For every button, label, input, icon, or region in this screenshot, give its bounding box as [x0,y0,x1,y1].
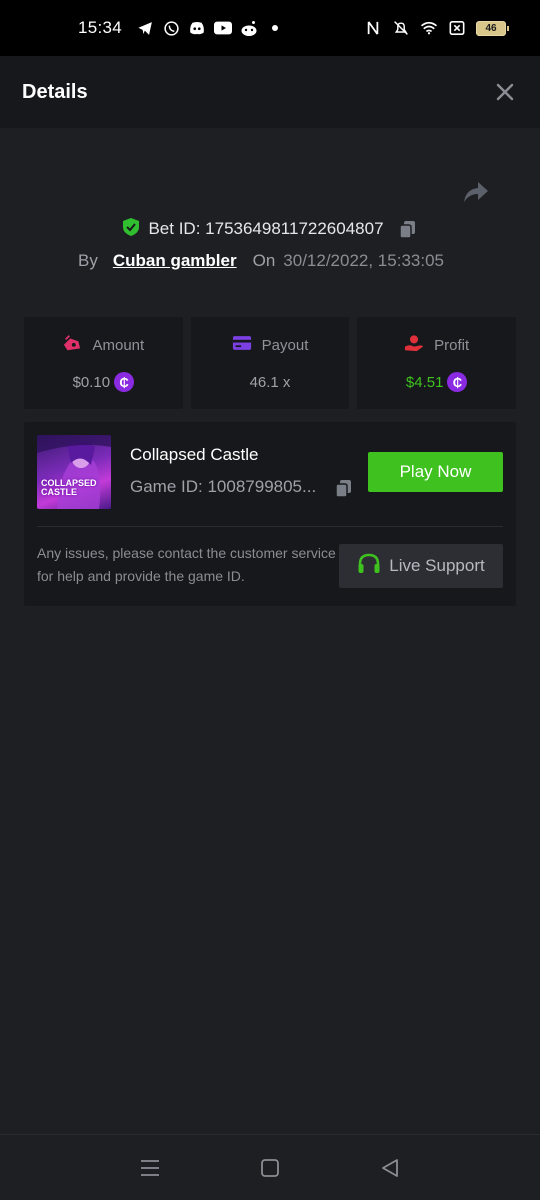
amount-icon [62,334,82,357]
amount-stat: Amount $0.10 ₵ [24,317,183,409]
game-id: Game ID: 1008799805... [130,477,317,496]
copy-game-id-button[interactable] [334,478,354,498]
share-icon [464,182,488,202]
share-button[interactable] [462,180,490,204]
home-button[interactable] [255,1153,285,1183]
reddit-icon [240,19,258,37]
bet-date: 30/12/2022, 15:33:05 [283,251,444,270]
card-icon [232,335,252,356]
dot-icon [266,19,284,37]
payout-stat: Payout 46.1 x [190,317,350,409]
status-system-icons: 46 [364,19,509,37]
profit-label: Profit [434,336,470,354]
bell-off-icon [392,19,410,37]
headset-icon [357,553,381,580]
game-thumbnail[interactable]: COLLAPSED CASTLE [37,435,111,509]
divider [37,526,503,527]
wifi-icon [420,19,438,37]
page-title: Details [22,80,88,103]
amount-value-row: $0.10 ₵ [73,371,135,393]
bet-stats: Amount $0.10 ₵ Payout 46.1 x Profit $4.5… [24,317,517,409]
user-link[interactable]: Cuban gambler [113,251,237,271]
coin-icon: ₵ [114,372,135,392]
bet-id-row: Bet ID: 1753649811722604807 [0,214,540,244]
status-bar: 15:34 46 [0,0,540,56]
profit-icon [404,334,424,357]
details-header: Details [0,56,540,128]
close-icon [496,83,514,101]
live-support-button[interactable]: Live Support [339,544,503,588]
play-now-button[interactable]: Play Now [368,452,503,492]
telegram-icon [136,19,154,37]
payout-value-row: 46.1 x [250,371,291,393]
back-icon [382,1158,398,1177]
copy-icon [398,221,415,239]
profit-value: $4.51 [405,373,444,391]
bet-meta-row: By Cuban gambler On 30/12/2022, 15:33:05 [78,248,444,274]
payout-label: Payout [261,336,309,354]
amount-value: $0.10 [72,373,111,391]
copy-bet-id-button[interactable] [398,219,418,239]
status-time: 15:34 [78,18,123,37]
thumbnail-text: COLLAPSED CASTLE [41,478,97,497]
on-label: On [252,251,276,270]
game-title: Collapsed Castle [130,445,259,464]
by-label: By [78,251,98,270]
menu-icon [141,1159,159,1176]
status-notification-icons [136,19,284,37]
bet-id: Bet ID: 1753649811722604807 [148,219,384,238]
recent-apps-button[interactable] [135,1153,165,1183]
battery-icon: 46 [476,20,509,36]
amount-label: Amount [92,336,145,354]
discord-icon [188,19,206,37]
game-art-image [37,435,111,509]
youtube-icon [214,19,233,37]
live-support-label: Live Support [389,556,485,575]
system-nav-bar [0,1134,540,1200]
profit-stat: Profit $4.51 ₵ [357,317,517,409]
game-card: COLLAPSED CASTLE Collapsed Castle Game I… [24,422,516,606]
coin-icon: ₵ [447,372,468,392]
payout-value: 46.1 x [249,373,291,391]
whatsapp-icon [162,19,180,37]
profit-value-row: $4.51 ₵ [406,371,468,393]
home-icon [261,1158,279,1177]
support-notice: Any issues, please contact the customer … [37,545,336,584]
nfc-icon [364,19,382,37]
sim-x-icon [448,19,466,37]
back-button[interactable] [375,1153,405,1183]
close-button[interactable] [492,79,518,105]
verified-shield-icon [122,217,140,242]
copy-icon [335,480,351,498]
